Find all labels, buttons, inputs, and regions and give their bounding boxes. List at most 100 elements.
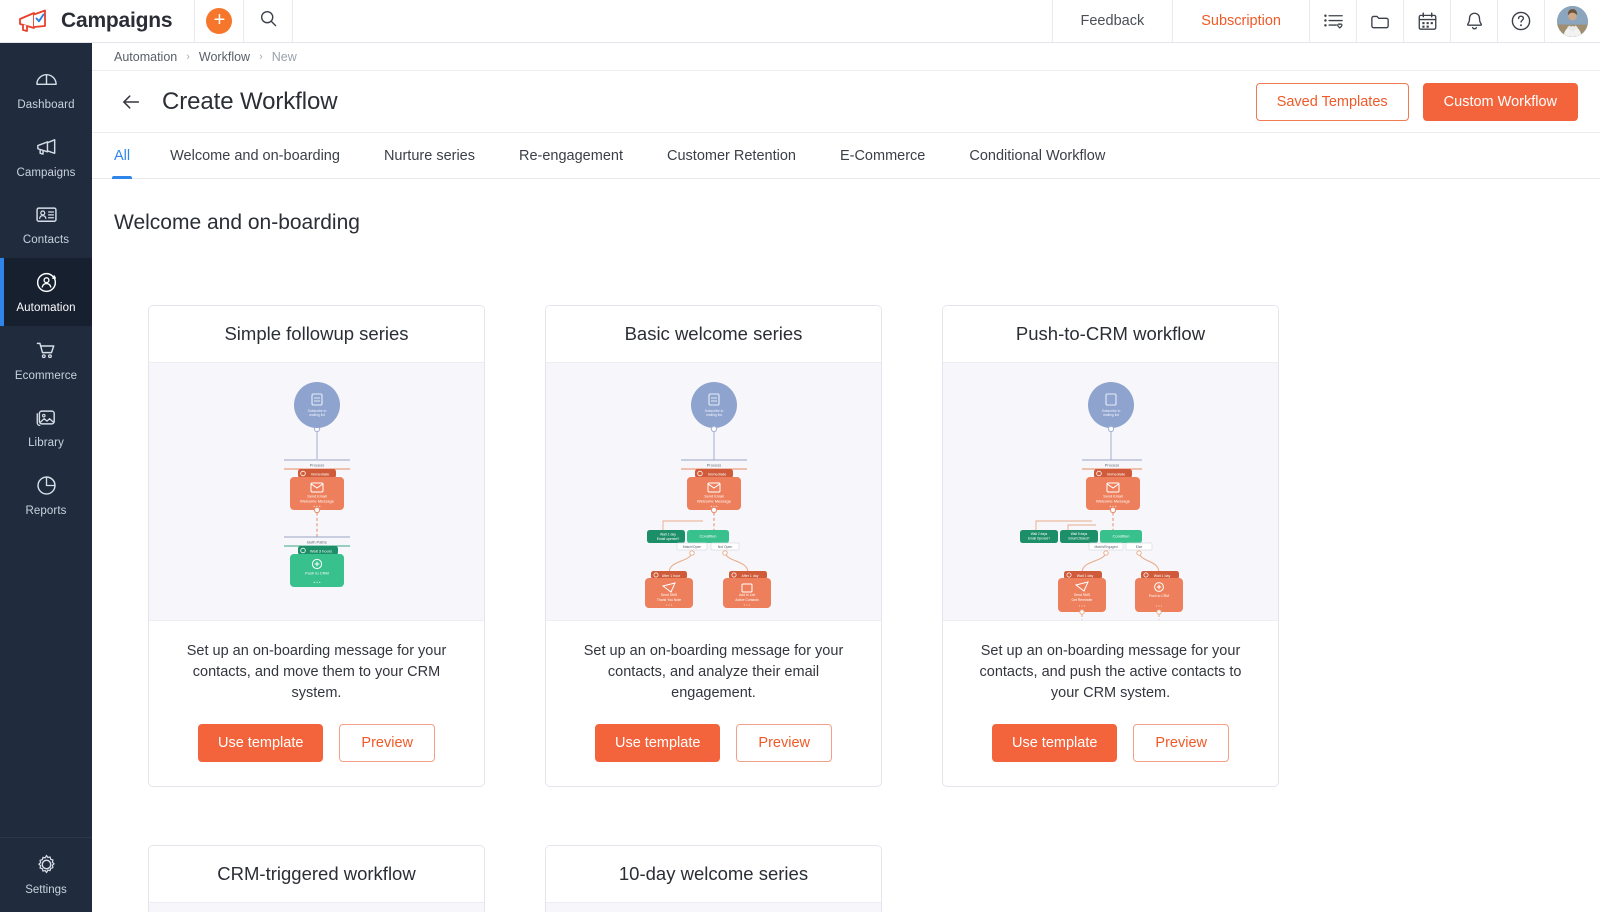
sidebar-label: Campaigns (16, 167, 75, 180)
preview-button[interactable]: Preview (736, 724, 832, 762)
template-card[interactable]: Push-to-CRM workflow Subscribe to mailin… (942, 305, 1279, 787)
breadcrumb-item-automation[interactable]: Automation (114, 50, 177, 64)
template-card-actions: Use template Preview (546, 704, 881, 786)
basic-welcome-series-diagram: Subscribe to mailing list Process Immedi… (546, 362, 881, 621)
tab-conditional-workflow[interactable]: Conditional Workflow (969, 133, 1105, 178)
gear-icon (34, 852, 59, 877)
add-button-wrap: + (195, 0, 244, 42)
svg-text:Welcome Message: Welcome Message (1096, 499, 1131, 504)
sidebar-label: Reports (26, 505, 67, 518)
breadcrumb-item-workflow[interactable]: Workflow (199, 50, 250, 64)
svg-text:Add to List: Add to List (738, 593, 754, 597)
use-template-button[interactable]: Use template (992, 724, 1117, 762)
svg-text:Condition: Condition (1112, 533, 1129, 538)
search-button-wrap (244, 0, 293, 42)
sidebar-item-ecommerce[interactable]: Ecommerce (0, 326, 92, 394)
svg-text:Wait 1 day: Wait 1 day (660, 532, 676, 536)
template-card-grid: Simple followup series Subscribe to mail… (92, 235, 1600, 912)
svg-text:Send SMS: Send SMS (660, 593, 677, 597)
sidebar-nav: Dashboard Campaigns (0, 43, 92, 837)
sidebar-label: Library (28, 437, 64, 450)
tab-nurture-series[interactable]: Nurture series (384, 133, 475, 178)
list-favorite-icon[interactable] (1309, 0, 1356, 42)
sidebar-label: Ecommerce (15, 370, 77, 383)
back-arrow-icon[interactable] (118, 89, 144, 115)
template-card-title: CRM-triggered workflow (149, 846, 484, 902)
automation-user-icon (34, 270, 59, 295)
template-scroll-area[interactable]: Welcome and on-boarding Simple followup … (92, 179, 1600, 912)
add-button[interactable]: + (206, 8, 232, 34)
svg-text:Push to CRM: Push to CRM (305, 571, 329, 576)
page-header: Create Workflow Saved Templates Custom W… (92, 71, 1600, 133)
speedometer-icon (34, 67, 59, 92)
svg-text:Match/Engaged: Match/Engaged (1094, 545, 1117, 549)
svg-text:Email opened?: Email opened? (656, 537, 679, 541)
feedback-button[interactable]: Feedback (1052, 0, 1173, 42)
template-card[interactable]: 10-day welcome series Subscribe to Enter… (545, 845, 882, 912)
svg-text:Immediate: Immediate (1106, 471, 1125, 476)
sidebar-item-dashboard[interactable]: Dashboard (0, 55, 92, 123)
tab-all[interactable]: All (114, 133, 130, 178)
template-card-title: Simple followup series (149, 306, 484, 362)
template-card-title: Push-to-CRM workflow (943, 306, 1278, 362)
template-card[interactable]: CRM-triggered workflow CRM Trigger (148, 845, 485, 912)
brand[interactable]: Campaigns (0, 0, 195, 42)
folder-icon[interactable] (1356, 0, 1403, 42)
sidebar-label: Dashboard (17, 99, 74, 112)
svg-text:Else: Else (1135, 545, 1142, 549)
svg-text:Wait 3 hours: Wait 3 hours (309, 548, 331, 553)
brand-name: Campaigns (61, 9, 172, 33)
template-card-title: Basic welcome series (546, 306, 881, 362)
sidebar-item-campaigns[interactable]: Campaigns (0, 123, 92, 191)
sidebar-item-automation[interactable]: Automation (0, 258, 92, 326)
tab-e-commerce[interactable]: E-Commerce (840, 133, 925, 178)
svg-text:Email Opened?: Email Opened? (1028, 537, 1050, 541)
tab-welcome-and-on-boarding[interactable]: Welcome and on-boarding (170, 133, 340, 178)
template-card-actions: Use template Preview (943, 704, 1278, 786)
svg-text:mailing list: mailing list (706, 413, 722, 417)
tab-re-engagement[interactable]: Re-engagement (519, 133, 623, 178)
saved-templates-button[interactable]: Saved Templates (1256, 83, 1409, 121)
custom-workflow-button[interactable]: Custom Workflow (1423, 83, 1578, 121)
sidebar-item-settings[interactable]: Settings (0, 837, 92, 912)
breadcrumb-separator: › (186, 51, 190, 63)
breadcrumb-separator: › (259, 51, 263, 63)
bell-icon[interactable] (1450, 0, 1497, 42)
search-icon[interactable] (259, 9, 278, 33)
svg-text:Wait 5 days: Wait 5 days (1070, 532, 1087, 536)
use-template-button[interactable]: Use template (595, 724, 720, 762)
template-card-title: 10-day welcome series (546, 846, 881, 902)
sidebar-item-reports[interactable]: Reports (0, 461, 92, 529)
contact-card-icon (34, 202, 59, 227)
tab-customer-retention[interactable]: Customer Retention (667, 133, 796, 178)
svg-text:Process: Process (706, 463, 720, 468)
use-template-button[interactable]: Use template (198, 724, 323, 762)
calendar-icon[interactable] (1403, 0, 1450, 42)
user-avatar (1557, 6, 1588, 37)
svg-text:• • •: • • • (743, 602, 750, 607)
svg-text:mailing list: mailing list (1103, 413, 1119, 417)
sidebar-label: Contacts (23, 234, 69, 247)
svg-text:Condition: Condition (699, 533, 716, 538)
breadcrumb: Automation › Workflow › New (92, 43, 1600, 71)
section-title: Welcome and on-boarding (92, 179, 1600, 235)
sidebar-item-contacts[interactable]: Contacts (0, 190, 92, 258)
svg-text:Immediate: Immediate (707, 471, 726, 476)
template-card[interactable]: Basic welcome series Subscribe to mailin… (545, 305, 882, 787)
svg-text:Process: Process (309, 463, 323, 468)
sidebar-label: Automation (16, 302, 75, 315)
svg-text:Push to CRM: Push to CRM (1148, 594, 1168, 598)
template-card[interactable]: Simple followup series Subscribe to mail… (148, 305, 485, 787)
sidebar-item-library[interactable]: Library (0, 393, 92, 461)
preview-button[interactable]: Preview (339, 724, 435, 762)
pie-chart-icon (34, 473, 59, 498)
preview-button[interactable]: Preview (1133, 724, 1229, 762)
top-bar: Campaigns + Feedback Subscription (0, 0, 1600, 43)
subscription-button[interactable]: Subscription (1172, 0, 1309, 42)
simple-followup-series-diagram: Subscribe to mailing list Process Immedi… (149, 362, 484, 621)
help-icon[interactable] (1497, 0, 1544, 42)
topbar-right: Feedback Subscription (1052, 0, 1600, 42)
avatar-wrap[interactable] (1544, 0, 1600, 42)
svg-text:Not Open: Not Open (717, 545, 732, 549)
category-tabs: All Welcome and on-boarding Nurture seri… (92, 133, 1600, 179)
